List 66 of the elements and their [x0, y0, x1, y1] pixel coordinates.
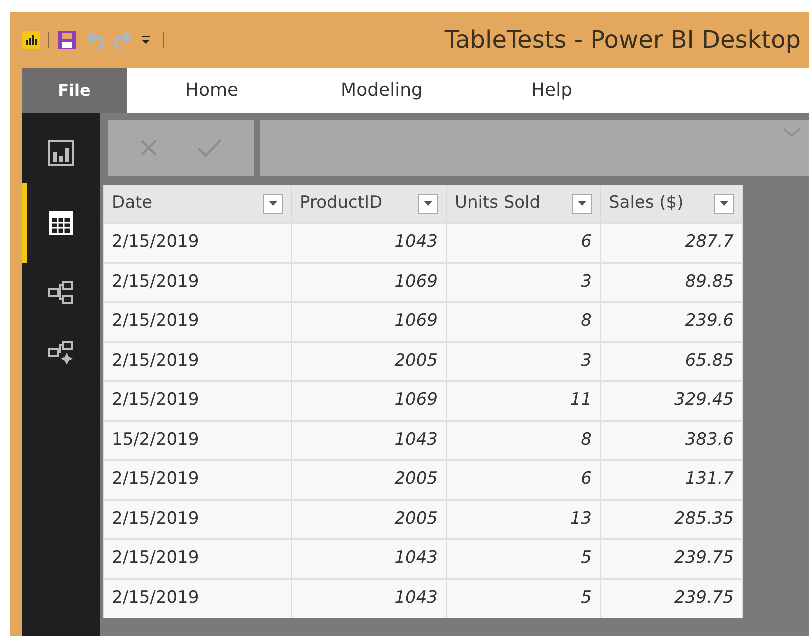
table-cell: 3: [446, 342, 600, 381]
table-cell: 1043: [292, 223, 446, 262]
diagram-icon: [48, 280, 74, 306]
table-cell: 329.45: [600, 381, 742, 420]
table-cell: 8: [446, 302, 600, 342]
table-cell: 8: [446, 420, 600, 460]
table-cell: 1043: [292, 578, 446, 618]
table-cell: 2/15/2019: [104, 460, 292, 500]
filter-button[interactable]: [572, 194, 592, 214]
table-cell: 2/15/2019: [104, 342, 292, 381]
table-cell: 2/15/2019: [104, 381, 292, 420]
menu-tab[interactable]: Help: [467, 68, 637, 113]
table-icon: [48, 210, 74, 236]
table-cell: 285.35: [600, 500, 742, 539]
table-cell: 1069: [292, 262, 446, 302]
table-cell: 287.7: [600, 223, 742, 262]
table-cell: 383.6: [600, 420, 742, 460]
table-cell: 2005: [292, 460, 446, 500]
diagram-sparkle-icon: [48, 340, 74, 366]
menu-tab[interactable]: Modeling: [297, 68, 467, 113]
filter-button[interactable]: [418, 194, 438, 214]
check-icon[interactable]: [196, 138, 222, 158]
formula-field[interactable]: [260, 120, 809, 176]
table-cell: 11: [446, 381, 600, 420]
table-cell: 239.6: [600, 302, 742, 342]
filter-button[interactable]: [263, 194, 283, 214]
table-cell: 1069: [292, 302, 446, 342]
customize-icon[interactable]: [141, 34, 151, 46]
table-cell: 15/2/2019: [104, 420, 292, 460]
table-cell: 2/15/2019: [104, 223, 292, 262]
table-cell: 13: [446, 500, 600, 539]
table-cell: 131.7: [600, 460, 742, 500]
app-logo-icon: [22, 31, 40, 49]
dropdown-icon: [578, 201, 586, 206]
table-cell: 1069: [292, 381, 446, 420]
table-cell: 5: [446, 539, 600, 578]
filter-button[interactable]: [714, 194, 734, 214]
menu-tab[interactable]: Home: [127, 68, 297, 113]
column-header: Date: [112, 192, 153, 215]
dropdown-icon: [424, 201, 432, 206]
table-cell: 2/15/2019: [104, 262, 292, 302]
table-cell: 2/15/2019: [104, 500, 292, 539]
table-cell: 6: [446, 223, 600, 262]
table-cell: 1043: [292, 539, 446, 578]
column-header: ProductID: [300, 192, 383, 215]
table-cell: 65.85: [600, 342, 742, 381]
table-cell: 239.75: [600, 578, 742, 618]
column-header: Units Sold: [455, 192, 541, 215]
menu-tab[interactable]: File: [22, 68, 127, 113]
table-cell: 2/15/2019: [104, 302, 292, 342]
table-cell: 3: [446, 262, 600, 302]
table-cell: 2/15/2019: [104, 578, 292, 618]
table-cell: 2/15/2019: [104, 539, 292, 578]
table-cell: 5: [446, 578, 600, 618]
window-title: TableTests - Power BI Desktop: [444, 25, 802, 56]
save-icon[interactable]: [57, 30, 77, 50]
table-cell: 2005: [292, 342, 446, 381]
table-cell: 89.85: [600, 262, 742, 302]
dropdown-icon: [268, 201, 278, 206]
table-cell: 2005: [292, 500, 446, 539]
table-cell: 239.75: [600, 539, 742, 578]
bar-chart-icon: [48, 140, 74, 166]
table-cell: 1043: [292, 420, 446, 460]
dropdown-icon: [720, 201, 728, 206]
column-header: Sales ($): [609, 192, 684, 215]
table-cell: 6: [446, 460, 600, 500]
